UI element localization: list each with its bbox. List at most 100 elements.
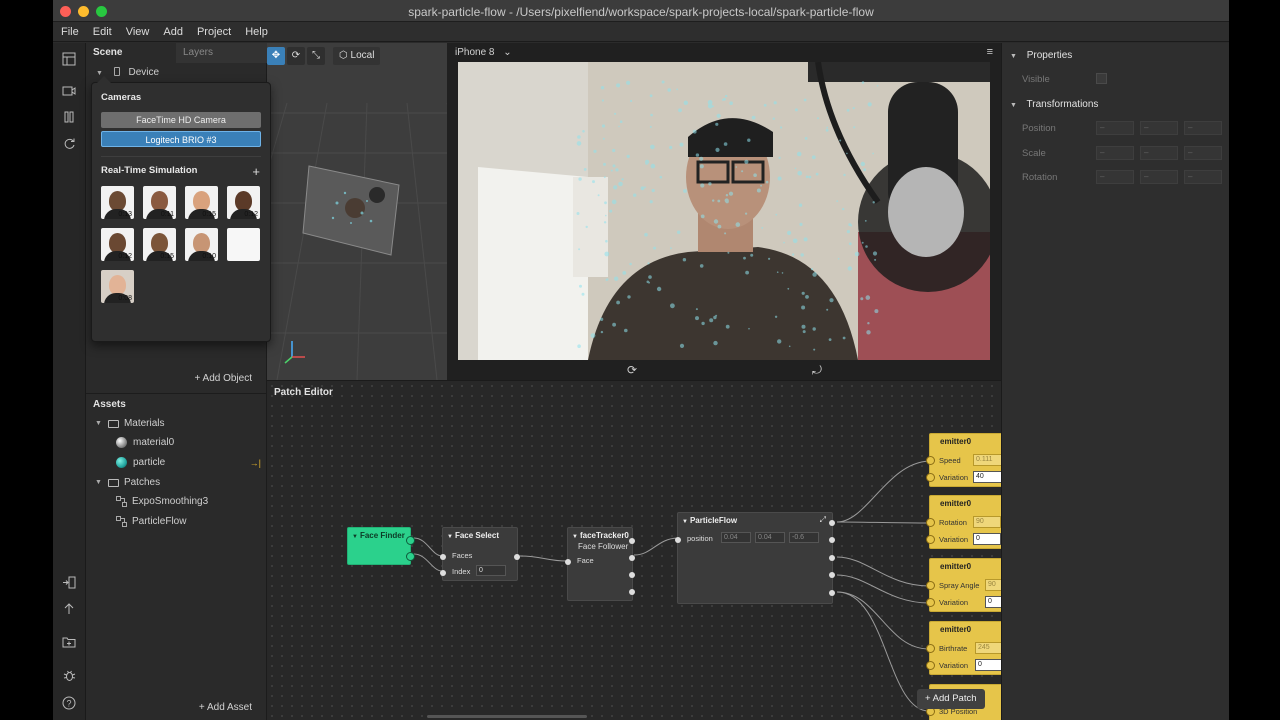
export-folder-icon[interactable] [61, 636, 77, 652]
face-select-out-port[interactable] [514, 554, 520, 560]
node-face-select[interactable]: ▼ Face Select Faces Index 0 [440, 527, 520, 581]
visible-checkbox[interactable] [1096, 73, 1107, 84]
layout-icon[interactable] [61, 52, 77, 68]
face-tracker-out-port[interactable] [629, 555, 635, 561]
device-selector[interactable]: iPhone 8 ⌄ [455, 47, 512, 58]
particle-flow-out-port[interactable] [829, 520, 835, 526]
restart-icon[interactable] [61, 137, 77, 153]
menu-project[interactable]: Project [197, 26, 231, 38]
position-z-field[interactable]: – [1184, 121, 1222, 135]
simulation-thumbnail[interactable]: 0:13 [101, 186, 134, 219]
tab-scene[interactable]: Scene [86, 43, 176, 63]
faces-in-port[interactable] [440, 554, 446, 560]
face-in-port[interactable] [565, 559, 571, 565]
simulation-thumbnail[interactable]: 0:10 [185, 228, 218, 261]
particle-flow-out-port[interactable] [829, 555, 835, 561]
node-face-tracker[interactable]: ▼ faceTracker0 Face Follower Face [565, 527, 635, 601]
rotation-x-field[interactable]: – [1096, 170, 1134, 184]
rotate-tool-icon[interactable]: ⟳ [287, 47, 305, 65]
tab-layers[interactable]: Layers [176, 43, 267, 63]
speed-in-port[interactable] [926, 456, 935, 465]
birthrate-variation-in-port[interactable] [926, 661, 935, 670]
position-in-port[interactable] [675, 537, 681, 543]
rotation-in-port[interactable] [926, 518, 935, 527]
simulation-thumbnail[interactable]: 0:15 [143, 228, 176, 261]
scale-x-field[interactable]: – [1096, 146, 1134, 160]
rotation-field-1[interactable]: 90 [973, 516, 1001, 528]
node-emitter-birthrate[interactable]: emitter0 Birthrate 245 Variation 0 [926, 621, 1001, 675]
face-finder-out-port[interactable] [406, 536, 415, 545]
simulation-thumbnail[interactable]: 0:08 [101, 270, 134, 303]
position-y-field[interactable]: 0.04 [755, 532, 785, 543]
particle-flow-out-port[interactable] [829, 537, 835, 543]
upload-icon[interactable] [61, 602, 77, 618]
spray-angle-in-port[interactable] [926, 581, 935, 590]
birthrate-variation-field[interactable]: 0 [975, 659, 1001, 671]
face-finder-out-port[interactable] [406, 552, 415, 561]
asset-particle[interactable]: particle →| [116, 457, 261, 468]
help-icon[interactable]: ? [61, 696, 77, 712]
rotation-y-field[interactable]: – [1140, 170, 1178, 184]
scale-tool-icon[interactable]: ⤡ [307, 47, 325, 65]
node-face-finder[interactable]: ▼ Face Finder [347, 527, 415, 565]
position-x-field[interactable]: 0.04 [721, 532, 751, 543]
asset-folder-patches[interactable]: ▼ Patches [95, 477, 160, 488]
add-patch-button[interactable]: + Add Patch [917, 689, 985, 709]
insert-arrow-icon[interactable]: →| [250, 458, 261, 468]
properties-heading[interactable]: ▼ Properties [1010, 50, 1072, 61]
rotation-z-field[interactable]: – [1184, 170, 1222, 184]
index-in-port[interactable] [440, 570, 446, 576]
position-x-field[interactable]: – [1096, 121, 1134, 135]
scale-y-field[interactable]: – [1140, 146, 1178, 160]
camera-icon[interactable] [61, 85, 77, 101]
menu-help[interactable]: Help [245, 26, 268, 38]
speed-variation-field[interactable]: 40 [973, 471, 1001, 483]
camera-option-facetime[interactable]: FaceTime HD Camera [101, 112, 261, 128]
position-y-field[interactable]: – [1140, 121, 1178, 135]
spray-angle-field-1[interactable]: 90 [985, 579, 1001, 591]
rotation-variation-field-1[interactable]: 0 [973, 533, 1001, 545]
patch-editor[interactable]: Patch Editor ▼ Face Finder ▼ Face Select… [267, 380, 1001, 720]
send-to-device-icon[interactable] [61, 576, 77, 592]
birthrate-in-port[interactable] [926, 644, 935, 653]
add-asset-button[interactable]: + Add Asset [199, 702, 252, 713]
pause-icon[interactable] [61, 111, 77, 127]
rotation-variation-in-port[interactable] [926, 535, 935, 544]
menu-view[interactable]: View [126, 26, 150, 38]
particle-flow-out-port[interactable] [829, 572, 835, 578]
asset-patch-exposmoothing[interactable]: ExpoSmoothing3 [116, 496, 208, 507]
face-tracker-out-port[interactable] [629, 538, 635, 544]
asset-patch-particleflow[interactable]: ParticleFlow [116, 516, 186, 527]
add-simulation-button[interactable]: + [252, 164, 260, 179]
simulation-thumbnail[interactable]: 0:11 [143, 186, 176, 219]
menu-file[interactable]: File [61, 26, 79, 38]
bug-icon[interactable] [61, 669, 77, 685]
particle-flow-out-port[interactable] [829, 590, 835, 596]
camera-option-logitech[interactable]: Logitech BRIO #3 [101, 131, 261, 147]
index-field[interactable]: 0 [476, 565, 506, 576]
asset-folder-materials[interactable]: ▼ Materials [95, 418, 165, 429]
spray-variation-in-port[interactable] [926, 598, 935, 607]
local-space-toggle[interactable]: ⬡ Local [333, 47, 381, 65]
spray-variation-field-1[interactable]: 0 [985, 596, 1001, 608]
menu-edit[interactable]: Edit [93, 26, 112, 38]
position-z-field[interactable]: -0.6 [789, 532, 819, 543]
asset-material0[interactable]: material0 [116, 437, 174, 448]
speed-field[interactable]: 0.111 [973, 454, 1001, 466]
node-emitter-rotation[interactable]: emitter0 Rotation 90 Variation 0 [926, 495, 1001, 549]
birthrate-field-1[interactable]: 245 [975, 642, 1001, 654]
patch-editor-scrollbar[interactable] [427, 715, 587, 718]
simulation-thumbnail[interactable]: 0:12 [227, 186, 260, 219]
viewport-3d[interactable] [267, 43, 447, 380]
node-particle-flow[interactable]: ▼ ParticleFlow ⤢ position 0.04 0.04 -0.6 [675, 512, 835, 604]
rotate-preview-icon[interactable]: ⟳ [627, 363, 637, 377]
node-emitter-spray-angle[interactable]: emitter0 Spray Angle 90 Variation 0 [926, 558, 1001, 612]
transformations-heading[interactable]: ▼ Transformations [1010, 99, 1098, 110]
menu-icon[interactable]: ≡ [987, 46, 993, 58]
simulation-thumbnail[interactable]: 0:12 [101, 228, 134, 261]
expand-icon[interactable]: ⤢ [820, 515, 826, 525]
simulation-thumbnail[interactable]: 0:15 [185, 186, 218, 219]
menu-add[interactable]: Add [163, 26, 183, 38]
move-tool-icon[interactable]: ✥ [267, 47, 285, 65]
face-tracker-out-port[interactable] [629, 572, 635, 578]
